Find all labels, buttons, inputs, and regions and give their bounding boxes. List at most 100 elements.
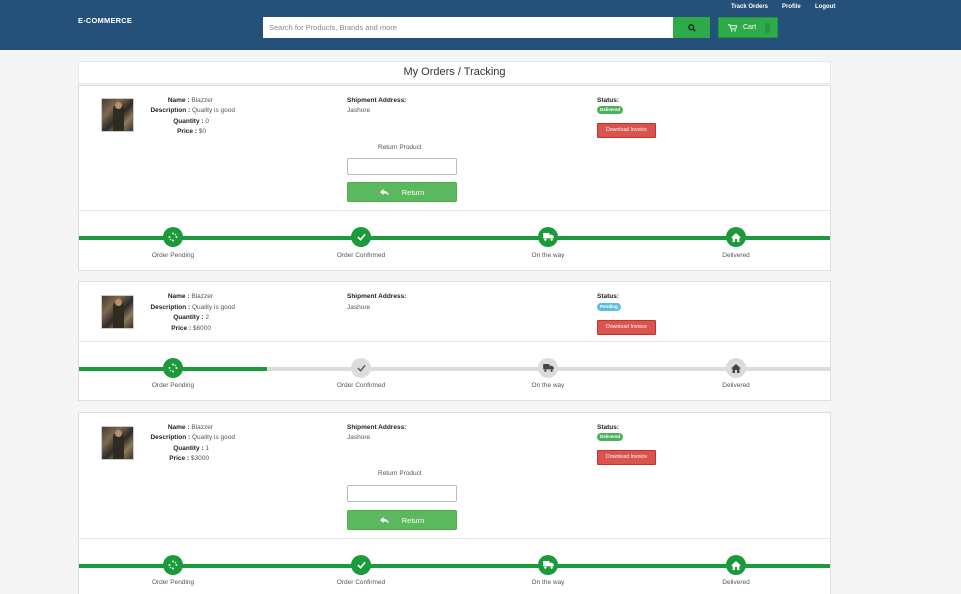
product-quantity: Quantity : 1 (173, 445, 209, 452)
divider (79, 538, 830, 539)
home-icon (731, 560, 741, 570)
product-image[interactable] (101, 295, 134, 329)
home-icon (731, 363, 741, 373)
shipment-address-label: Shipment Address: (347, 293, 407, 300)
step-pending-dot (163, 358, 183, 378)
cart-button[interactable]: Cart (718, 17, 778, 38)
status-label: Status: (597, 424, 620, 431)
logout-link[interactable]: Logout (815, 4, 835, 10)
step-confirmed-dot (351, 555, 371, 575)
shipment-address-value: Jashore (347, 107, 371, 114)
step-label-on-the-way: On the way (531, 579, 565, 586)
return-button-label: Return (401, 187, 425, 197)
return-reason-input[interactable] (347, 485, 457, 502)
progress-fill (79, 236, 830, 240)
order-card: Name : Blazzer Description : Quality is … (78, 412, 831, 594)
tracking-progress-bar (79, 236, 830, 240)
product-description: Description : Quality is good (150, 434, 235, 441)
step-on-the-way-dot (538, 227, 558, 247)
step-label-confirmed: Order Confirmed (336, 382, 386, 389)
product-image[interactable] (101, 426, 134, 460)
product-description: Description : Quality is good (150, 107, 235, 114)
cart-label: Cart (743, 24, 757, 31)
status-label: Status: (597, 293, 620, 300)
search-input[interactable] (263, 17, 673, 38)
step-label-delivered: Delivered (722, 579, 750, 586)
tracking-progress-bar (79, 367, 830, 371)
cart-count-badge (765, 22, 771, 33)
step-label-pending: Order Pending (151, 382, 195, 389)
step-label-pending: Order Pending (151, 579, 195, 586)
step-delivered-dot (726, 227, 746, 247)
step-label-on-the-way: On the way (531, 382, 565, 389)
search-icon (687, 23, 696, 32)
step-label-pending: Order Pending (151, 252, 195, 259)
step-label-confirmed: Order Confirmed (336, 252, 386, 259)
download-invoice-button[interactable]: Download Invoice (597, 123, 656, 138)
check-icon (356, 364, 366, 372)
reply-icon (379, 516, 389, 524)
search-button[interactable] (673, 17, 710, 38)
product-price: Price : $0 (177, 128, 206, 135)
step-confirmed-dot (351, 227, 371, 247)
order-card: Name : Blazzer Description : Quality is … (78, 281, 831, 401)
return-product-label: Return Product (378, 144, 422, 151)
product-description: Description : Quality is good (150, 304, 235, 311)
return-button[interactable]: Return (347, 182, 457, 202)
step-on-the-way-dot (538, 555, 558, 575)
return-product-label: Return Product (378, 470, 422, 477)
product-quantity: Quantity : 2 (173, 314, 209, 321)
product-name: Name : Blazzer (167, 97, 213, 104)
download-invoice-button[interactable]: Download Invoice (597, 450, 656, 465)
progress-fill (79, 564, 830, 568)
step-confirmed-dot (351, 358, 371, 378)
product-price: Price : $6000 (171, 325, 211, 332)
reply-icon (379, 188, 389, 196)
page-title: My Orders / Tracking (78, 61, 831, 84)
profile-link[interactable]: Profile (782, 4, 801, 10)
step-label-delivered: Delivered (722, 252, 750, 259)
divider (79, 210, 830, 211)
product-name: Name : Blazzer (167, 424, 213, 431)
shipment-address-label: Shipment Address: (347, 424, 407, 431)
brand-logo[interactable]: E-COMMERCE (78, 16, 132, 25)
step-delivered-dot (726, 358, 746, 378)
tracking-progress-bar (79, 564, 830, 568)
home-icon (731, 232, 741, 242)
status-label: Status: (597, 97, 620, 104)
step-pending-dot (163, 227, 183, 247)
status-badge: Delivered (597, 106, 624, 114)
step-label-on-the-way: On the way (531, 252, 565, 259)
download-invoice-button[interactable]: Download Invoice (597, 320, 656, 335)
spinner-icon (168, 363, 178, 373)
step-delivered-dot (726, 555, 746, 575)
cart-icon (728, 23, 737, 32)
spinner-icon (168, 232, 178, 242)
check-icon (356, 233, 366, 241)
shipment-address-label: Shipment Address: (347, 97, 407, 104)
top-navbar: E-COMMERCE Cart Track Orders Profile Log… (0, 0, 961, 50)
step-pending-dot (163, 555, 183, 575)
product-image[interactable] (101, 98, 134, 132)
step-on-the-way-dot (538, 358, 558, 378)
return-button-label: Return (401, 515, 425, 525)
truck-icon (542, 233, 554, 241)
track-orders-link[interactable]: Track Orders (731, 4, 768, 10)
truck-icon (542, 364, 554, 372)
step-label-confirmed: Order Confirmed (336, 579, 386, 586)
product-quantity: Quantity : 0 (173, 118, 209, 125)
truck-icon (542, 561, 554, 569)
status-badge: Delivered (597, 433, 624, 441)
order-card: Name : Blazzer Description : Quality is … (78, 85, 831, 271)
spinner-icon (168, 560, 178, 570)
status-badge: Pending (597, 303, 621, 311)
shipment-address-value: Jashore (347, 434, 371, 441)
step-label-delivered: Delivered (722, 382, 750, 389)
shipment-address-value: Jashore (347, 304, 371, 311)
divider (79, 341, 830, 342)
check-icon (356, 561, 366, 569)
return-button[interactable]: Return (347, 510, 457, 530)
return-reason-input[interactable] (347, 158, 457, 175)
product-name: Name : Blazzer (167, 293, 213, 300)
product-price: Price : $3000 (169, 455, 209, 462)
